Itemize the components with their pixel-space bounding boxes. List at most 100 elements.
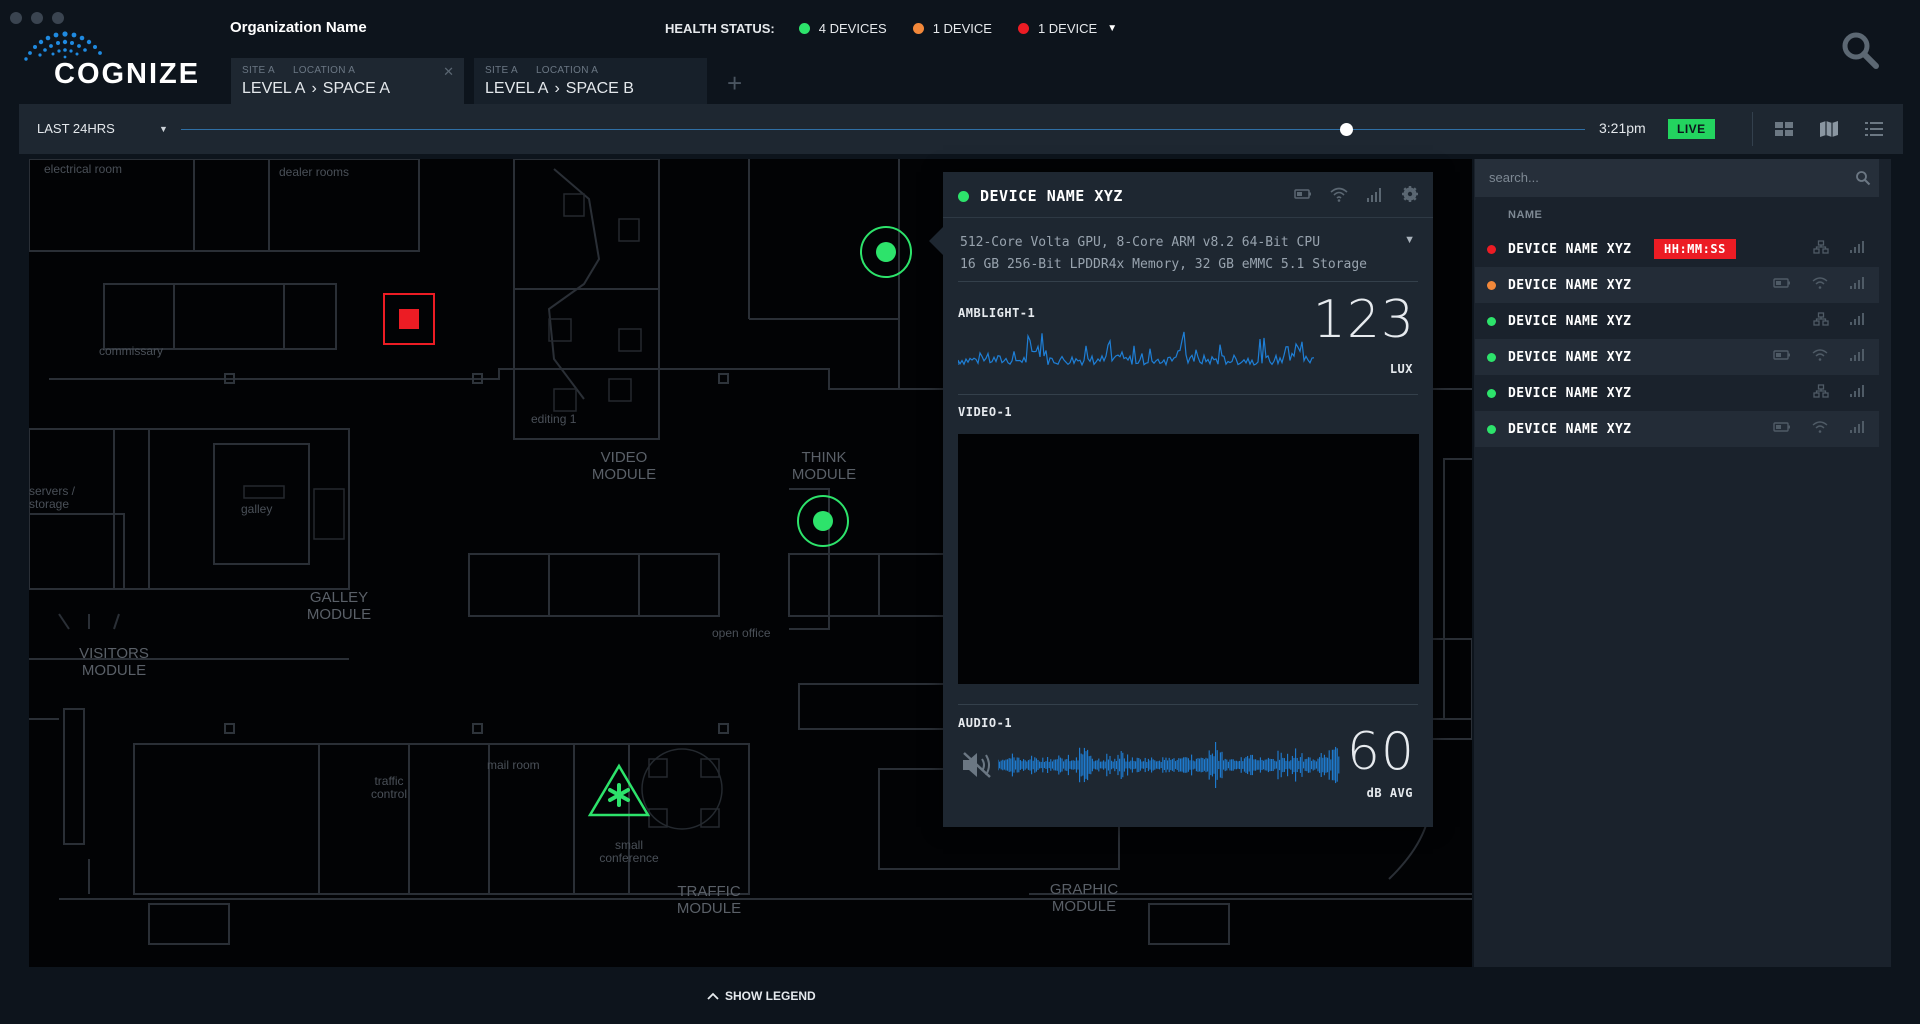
logo-text: COGNIZE: [54, 58, 201, 90]
health-status-label: HEALTH STATUS:: [665, 21, 775, 36]
map-label: commissary: [99, 344, 164, 358]
health-healthy[interactable]: 4 DEVICES: [798, 21, 887, 36]
tab-location: LOCATION A: [535, 65, 599, 76]
device-list-row[interactable]: DEVICE NAME XYZ: [1475, 411, 1879, 447]
maximize-window-icon[interactable]: [52, 12, 64, 24]
minimize-window-icon[interactable]: [31, 12, 43, 24]
device-marker-warning-triangle-icon[interactable]: [587, 763, 651, 819]
device-status-icons: [1813, 239, 1865, 259]
amblight-label: AMBLIGHT-1: [958, 306, 1036, 320]
spec-line: 16 GB 256-Bit LPDDR4x Memory, 32 GB eMMC…: [960, 257, 1367, 272]
tab-level: LEVEL A: [485, 80, 549, 97]
wifi-icon: [1811, 348, 1829, 367]
device-marker-square-icon: [399, 309, 419, 329]
device-list-row[interactable]: DEVICE NAME XYZ: [1475, 375, 1879, 411]
mute-icon[interactable]: [961, 750, 993, 780]
map-label: servers / storage: [29, 484, 76, 511]
network-icon: [1813, 239, 1829, 259]
column-header-name[interactable]: NAME: [1508, 209, 1542, 221]
popup-header-icons: [1294, 185, 1419, 203]
device-marker-green[interactable]: [860, 226, 912, 278]
network-icon: [1813, 311, 1829, 331]
healthy-count: 4 DEVICES: [818, 21, 887, 36]
map-label: mail room: [487, 758, 540, 772]
battery-icon: [1773, 276, 1791, 294]
add-tab-icon[interactable]: +: [727, 68, 742, 99]
map-label: galley: [241, 502, 273, 516]
map-view-icon[interactable]: [1819, 120, 1839, 138]
time-range-chevron-icon[interactable]: ▼: [159, 124, 168, 134]
chevron-up-icon: [707, 992, 719, 1000]
map-label: electrical room: [44, 162, 123, 176]
window-controls[interactable]: [10, 12, 64, 24]
device-list-row[interactable]: DEVICE NAME XYZ HH:MM:SS: [1475, 231, 1879, 267]
divider: [958, 704, 1418, 705]
audio-unit: dB AVG: [1366, 786, 1413, 800]
organization-name: Organization Name: [230, 19, 367, 36]
map-label: small conference: [599, 838, 659, 865]
tab-space-a[interactable]: SITE A LOCATION A LEVEL A › SPACE A ✕: [231, 58, 464, 104]
search-icon[interactable]: [1855, 170, 1871, 186]
map-label: open office: [712, 626, 771, 640]
map-label: GALLEY MODULE: [306, 589, 372, 623]
logo: COGNIZE: [20, 30, 205, 92]
device-name: DEVICE NAME XYZ: [1508, 385, 1632, 401]
signal-icon: [1849, 312, 1865, 331]
device-marker-dot-icon: [813, 511, 833, 531]
device-list-row[interactable]: DEVICE NAME XYZ: [1475, 339, 1879, 375]
signal-icon: [1849, 384, 1865, 403]
list-view-icon[interactable]: [1864, 120, 1884, 138]
search-icon[interactable]: [1840, 30, 1880, 70]
breadcrumb-chevron-icon: ›: [311, 80, 317, 97]
device-list-panel: search... NAME DEVICE NAME XYZ HH:MM:SS DE…: [1474, 159, 1891, 967]
specs-expand-chevron-icon[interactable]: ▼: [1404, 234, 1415, 246]
wifi-icon: [1811, 276, 1829, 295]
show-legend-button[interactable]: SHOW LEGEND: [707, 989, 816, 1003]
device-search-input[interactable]: search...: [1475, 159, 1879, 197]
tab-space: SPACE B: [565, 80, 634, 97]
map-label: THINK MODULE: [791, 449, 857, 483]
health-status[interactable]: HEALTH STATUS: 4 DEVICES 1 DEVICE 1 DEVI…: [665, 21, 1117, 36]
device-detail-popup: DEVICE NAME XYZ 512-Core Volta GPU, 8-Co…: [929, 172, 1433, 827]
search-placeholder: search...: [1489, 170, 1539, 185]
popup-header: DEVICE NAME XYZ: [943, 172, 1433, 218]
health-warning[interactable]: 1 DEVICE: [912, 21, 992, 36]
map-label: GRAPHIC MODULE: [1049, 881, 1119, 915]
green-status-dot-icon: [958, 191, 969, 202]
live-badge[interactable]: LIVE: [1668, 119, 1715, 139]
tab-site: SITE A: [485, 65, 518, 76]
device-marker-red[interactable]: [383, 293, 435, 345]
timeline-track[interactable]: [181, 129, 1585, 130]
gear-icon[interactable]: [1401, 185, 1419, 203]
red-status-dot-icon: [1017, 23, 1029, 34]
orange-status-dot-icon: [912, 23, 924, 34]
grid-view-icon[interactable]: [1774, 120, 1794, 138]
time-range-select[interactable]: LAST 24HRS: [37, 121, 115, 136]
device-list-row[interactable]: DEVICE NAME XYZ: [1475, 267, 1879, 303]
device-marker-green[interactable]: [797, 495, 849, 547]
video-feed[interactable]: [958, 434, 1419, 684]
device-name: DEVICE NAME XYZ: [1508, 313, 1632, 329]
network-icon: [1813, 383, 1829, 403]
tab-level: LEVEL A: [242, 80, 306, 97]
device-status-icons: [1813, 311, 1865, 331]
health-dropdown-chevron-icon[interactable]: ▼: [1107, 23, 1117, 34]
device-name: DEVICE NAME XYZ: [1508, 421, 1632, 437]
status-dot-icon: [1487, 424, 1496, 434]
tab-site: SITE A: [242, 65, 275, 76]
audio-value: 60: [1346, 722, 1415, 782]
health-error[interactable]: 1 DEVICE: [1017, 21, 1097, 36]
close-window-icon[interactable]: [10, 12, 22, 24]
offline-timer-badge: HH:MM:SS: [1654, 239, 1736, 259]
map-label: VISITORS MODULE: [79, 645, 149, 679]
close-tab-icon[interactable]: ✕: [443, 64, 454, 80]
device-name: DEVICE NAME XYZ: [1508, 349, 1632, 365]
tab-space-b[interactable]: SITE A LOCATION A LEVEL A › SPACE B: [474, 58, 707, 104]
timeline-handle[interactable]: [1340, 123, 1354, 136]
show-legend-label: SHOW LEGEND: [725, 989, 816, 1003]
status-dot-icon: [1487, 316, 1496, 326]
device-specs: 512-Core Volta GPU, 8-Core ARM v8.2 64-B…: [960, 232, 1367, 276]
device-status-icons: [1773, 420, 1865, 439]
device-status-icons: [1773, 276, 1865, 295]
device-list-row[interactable]: DEVICE NAME XYZ: [1475, 303, 1879, 339]
